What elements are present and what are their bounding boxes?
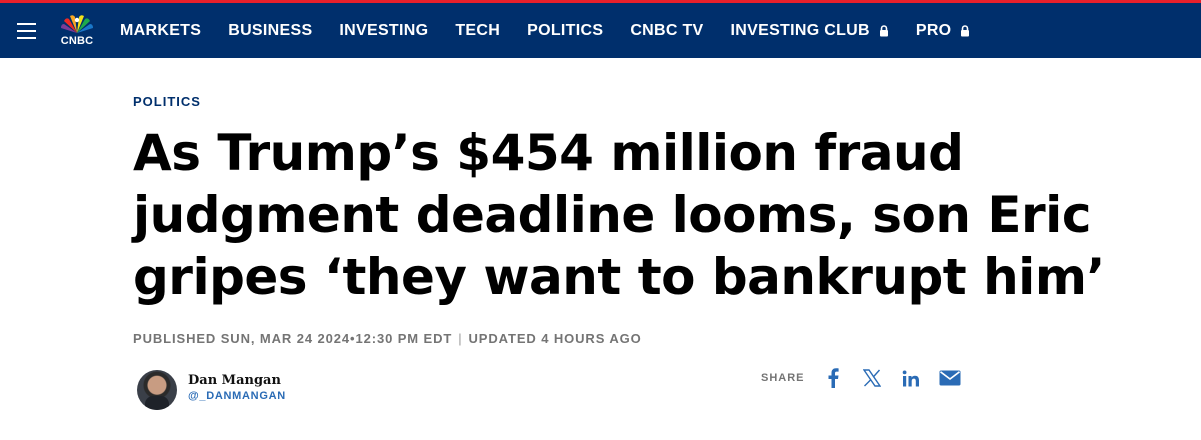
article-headline: As Trump’s $454 million fraud judgment d… (133, 124, 1105, 306)
section-link[interactable]: POLITICS (133, 94, 201, 109)
nav-item-label: TECH (455, 21, 501, 39)
nav-item-label: CNBC TV (630, 21, 704, 39)
author-avatar[interactable] (137, 370, 177, 410)
email-icon[interactable] (936, 364, 964, 392)
main-navbar: CNBC MARKETS BUSINESS INVESTING TECH POL… (0, 3, 1201, 58)
facebook-icon[interactable] (819, 364, 847, 392)
nav-item-politics[interactable]: POLITICS (527, 22, 603, 40)
lock-icon (879, 24, 888, 36)
author-text: Dan Mangan @_DANMANGAN (188, 373, 286, 402)
nav-item-investing[interactable]: INVESTING (339, 22, 428, 40)
author-handle[interactable]: @_DANMANGAN (188, 390, 286, 402)
menu-hamburger-button[interactable] (0, 3, 52, 58)
nav-items: MARKETS BUSINESS INVESTING TECH POLITICS… (120, 22, 997, 40)
hamburger-line (16, 29, 36, 32)
nav-item-tech[interactable]: TECH (455, 22, 500, 40)
updated-time: UPDATED 4 HOURS AGO (468, 331, 642, 346)
nav-item-label: MARKETS (120, 21, 202, 39)
nav-item-markets[interactable]: MARKETS (120, 22, 201, 40)
author-name[interactable]: Dan Mangan (188, 373, 286, 388)
published-time: PUBLISHED SUN, MAR 24 2024•12:30 PM EDT (133, 331, 453, 346)
peacock-icon (61, 15, 93, 33)
logo-text: CNBC (60, 35, 94, 47)
nav-item-business[interactable]: BUSINESS (228, 22, 312, 40)
nav-item-label: INVESTING CLUB (730, 21, 870, 39)
article-timestamps: PUBLISHED SUN, MAR 24 2024•12:30 PM EDT |… (133, 331, 642, 346)
nav-item-label: PRO (915, 21, 952, 39)
x-icon[interactable] (858, 364, 886, 392)
nav-item-label: POLITICS (527, 21, 604, 39)
share-bar: SHARE (761, 364, 975, 392)
author-byline: Dan Mangan @_DANMANGAN (137, 370, 286, 410)
hamburger-line (16, 22, 36, 25)
share-label: SHARE (761, 372, 805, 384)
meta-separator: | (458, 331, 463, 346)
lock-icon (961, 24, 970, 36)
nav-item-label: INVESTING (339, 21, 429, 39)
nav-item-cnbc-tv[interactable]: CNBC TV (630, 22, 703, 40)
cnbc-logo[interactable]: CNBC (48, 3, 106, 58)
nav-item-pro[interactable]: PRO (916, 22, 971, 40)
hamburger-line (16, 36, 36, 39)
linkedin-icon[interactable] (897, 364, 925, 392)
nav-item-label: BUSINESS (228, 21, 313, 39)
nav-item-investing-club[interactable]: INVESTING CLUB (731, 22, 889, 40)
